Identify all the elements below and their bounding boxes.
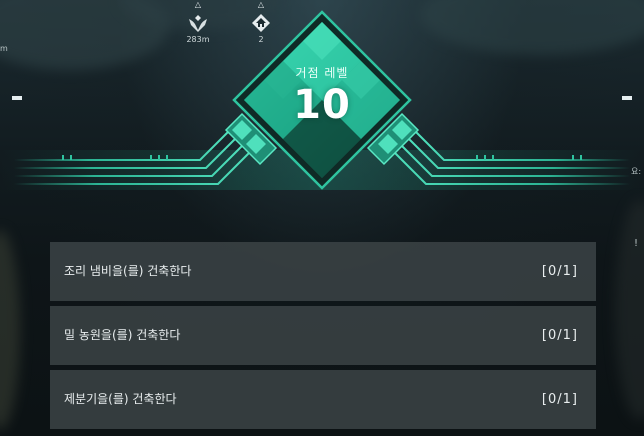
task-progress: [0/1] <box>541 264 578 279</box>
game-screen: m 요: ! △ 283m △ 2 <box>0 0 644 436</box>
task-progress: [0/1] <box>541 328 578 343</box>
task-description: 밀 농원을(를) 건축한다 <box>64 328 181 342</box>
task-row: 밀 농원을(를) 건축한다 [0/1] <box>50 306 596 365</box>
background-foliage <box>615 200 644 420</box>
background-foliage <box>0 230 20 430</box>
alert-mark: ! <box>634 238 639 249</box>
task-progress: [0/1] <box>541 392 578 407</box>
task-description: 조리 냄비을(를) 건축한다 <box>64 264 192 278</box>
base-level-number: 10 <box>293 82 351 128</box>
task-description: 제분기을(를) 건축한다 <box>64 392 177 406</box>
base-level-label: 거점 레벨 <box>295 66 349 80</box>
task-row: 조리 냄비을(를) 건축한다 [0/1] <box>50 242 596 301</box>
task-row: 제분기을(를) 건축한다 [0/1] <box>50 370 596 429</box>
